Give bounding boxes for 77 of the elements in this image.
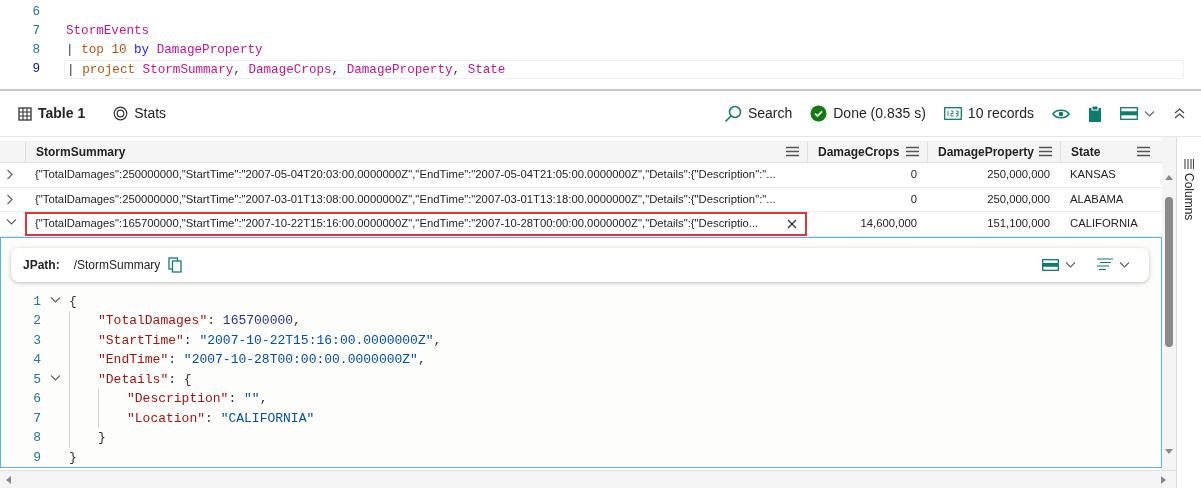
text-format-icon: [1097, 258, 1113, 271]
line-number: 8: [32, 429, 41, 447]
line-number: 9: [32, 448, 41, 467]
columns-icon: [1184, 159, 1194, 169]
menu-icon[interactable]: [906, 146, 919, 157]
tab[interactable]: Table 1: [10, 99, 94, 128]
search-button[interactable]: Search: [717, 99, 799, 128]
jpath-label: JPath:: [23, 256, 60, 274]
scroll-down-icon[interactable]: [1164, 448, 1174, 456]
double-chevron-up-icon: [1174, 108, 1185, 119]
code-line: "Location": "CALIFORNIA": [127, 409, 315, 428]
layout-icon: [1042, 258, 1059, 271]
line-number: 7: [31, 23, 40, 41]
cell-text: {"TotalDamages":165700000,"StartTime":"2007-10-22T15:16:00.0000000Z","EndTime":"2007-10-28T00:00:00.0000000Z","Details":{"Descriptio...: [35, 216, 759, 232]
check-circle-icon: [810, 105, 828, 122]
code-line: "Details": {: [98, 370, 192, 389]
line-number: 6: [32, 390, 41, 408]
eye-icon: [1052, 107, 1070, 120]
code-line: }: [69, 448, 77, 467]
line-number: 7: [32, 409, 41, 428]
status-text: Done (0.835 s): [833, 104, 926, 123]
column-header[interactable]: StormSummary: [36, 142, 126, 161]
line-number: 8: [31, 42, 40, 60]
line-number: 2: [32, 312, 41, 330]
table-cell-text: CALIFORNIA: [1069, 216, 1139, 232]
horizontal-scrollbar[interactable]: [0, 470, 1176, 488]
scroll-left-icon[interactable]: [4, 474, 12, 485]
table-cell-text: ALABAMA: [1069, 191, 1125, 207]
table-cell-text: 250,000,000: [986, 167, 1051, 183]
table-cell-text: {"TotalDamages":250000000,"StartTime":"2007-03-01T13:08:00.0000000Z","EndTime":"2007-03-01T13:18:00.0000000Z","Details":{"Description":"...: [34, 191, 777, 207]
copy-icon[interactable]: [168, 256, 183, 273]
caret-icon: [1144, 109, 1156, 118]
columns-tab[interactable]: Columns: [1180, 173, 1198, 221]
code-line: "Description": "",: [127, 390, 268, 408]
code-line: "StartTime": "2007-10-22T15:16:00.0000000Z",: [98, 331, 442, 350]
jpath-value: /StormSummary: [73, 256, 161, 274]
line-number: 1: [32, 292, 41, 311]
scroll-up-icon[interactable]: [1164, 173, 1174, 181]
line-number: 6: [31, 4, 40, 22]
table-cell-text: 0: [909, 167, 918, 183]
clipboard-icon: [1088, 104, 1102, 123]
scroll-right-icon[interactable]: [1160, 474, 1168, 485]
table-icon: [18, 106, 32, 121]
table-cell-text: 14,600,000: [859, 216, 918, 232]
table-cell-text: KANSAS: [1069, 167, 1117, 183]
code-line: {: [69, 292, 77, 311]
menu-icon[interactable]: [786, 146, 799, 157]
search-icon: [723, 104, 742, 123]
code-line: | top 10 by DamageProperty: [65, 42, 264, 59]
table-cell-text: 151,100,000: [986, 216, 1051, 232]
caret-icon: [1119, 260, 1131, 269]
stats-icon: [113, 106, 129, 121]
line-number: 3: [32, 331, 41, 350]
caret-icon: [1065, 260, 1077, 269]
menu-icon[interactable]: [1137, 146, 1150, 157]
record-count: 10 records: [967, 104, 1034, 123]
line-number: 4: [32, 351, 41, 369]
scrollbar-thumb[interactable]: [1165, 197, 1173, 347]
layout-icon: [1120, 107, 1138, 120]
menu-icon[interactable]: [1039, 146, 1052, 157]
table-cell-text: 0: [909, 191, 918, 207]
tab[interactable]: Stats: [105, 99, 175, 128]
selected-cell[interactable]: {"TotalDamages":165700000,"StartTime":"2007-10-22T15:16:00.0000000Z","EndTime":"2007-10-28T00:00:00.0000000Z","Details":{"Descriptio...: [25, 212, 807, 236]
number-badge-icon: [943, 107, 962, 120]
close-icon[interactable]: [787, 218, 797, 229]
line-number: 5: [32, 370, 41, 389]
table-cell-text: {"TotalDamages":250000000,"StartTime":"2007-05-04T20:03:00.0000000Z","EndTime":"2007-05-04T21:05:00.0000000Z","Details":{"Description":"...: [34, 167, 777, 183]
column-header[interactable]: State: [1071, 142, 1101, 161]
column-header[interactable]: DamageProperty: [938, 142, 1035, 161]
code-line: }: [98, 429, 106, 447]
vertical-scrollbar[interactable]: [1162, 137, 1176, 470]
line-number: 9: [31, 61, 40, 79]
code-line: "EndTime": "2007-10-28T00:00:00.0000000Z",: [98, 351, 426, 369]
code-line: StormEvents: [65, 23, 151, 40]
code-line: "TotalDamages": 165700000,: [98, 312, 301, 330]
table-cell-text: 250,000,000: [986, 191, 1051, 207]
column-header[interactable]: DamageCrops: [818, 142, 900, 161]
